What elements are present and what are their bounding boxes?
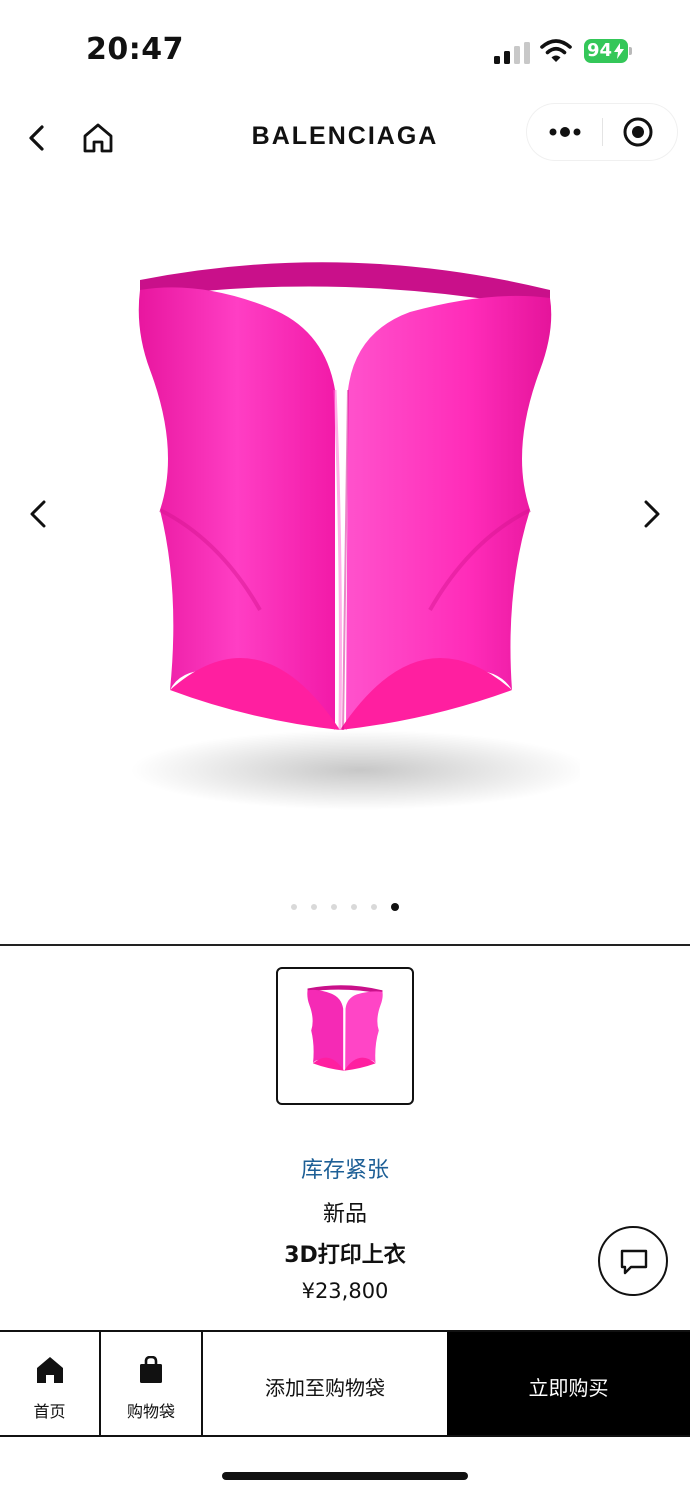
target-icon[interactable] xyxy=(622,116,654,148)
capsule-divider xyxy=(602,118,603,146)
battery-icon: 94 xyxy=(584,39,632,63)
pagination-dot[interactable] xyxy=(291,904,297,910)
wifi-icon xyxy=(540,39,572,62)
pagination-dot[interactable] xyxy=(331,904,337,910)
pagination-dot[interactable] xyxy=(371,904,377,910)
tab-home[interactable]: 首页 xyxy=(0,1332,101,1435)
new-tag: 新品 xyxy=(322,1202,367,1227)
gallery-pagination xyxy=(0,900,690,912)
product-name: 3D打印上衣 xyxy=(284,1243,406,1268)
section-divider xyxy=(0,944,690,946)
battery-tip xyxy=(629,47,632,55)
buy-now-button[interactable]: 立即购买 xyxy=(447,1332,690,1435)
product-thumbnail[interactable] xyxy=(276,967,414,1105)
thumbnail-image xyxy=(307,985,383,1071)
product-price: ¥23,800 xyxy=(301,1279,389,1303)
shopping-bag-icon xyxy=(140,1356,162,1383)
tab-home-label: 首页 xyxy=(33,1402,66,1421)
customer-service-button[interactable] xyxy=(598,1226,668,1296)
home-indicator[interactable] xyxy=(222,1472,468,1480)
signal-icon xyxy=(494,42,530,64)
charging-bolt-icon xyxy=(614,43,624,59)
add-to-bag-label: 添加至购物袋 xyxy=(265,1376,385,1400)
chevron-right-icon[interactable] xyxy=(638,498,666,530)
pagination-dot-active[interactable] xyxy=(391,903,399,911)
mini-program-capsule xyxy=(527,104,677,160)
nav-header: BALENCIAGA xyxy=(0,100,690,180)
pagination-dot[interactable] xyxy=(351,904,357,910)
battery-level: 94 xyxy=(584,39,628,63)
bottom-action-bar: 首页 购物袋 添加至购物袋 立即购买 xyxy=(0,1330,690,1437)
status-time: 20:47 xyxy=(86,32,184,67)
add-to-bag-button[interactable]: 添加至购物袋 xyxy=(203,1332,447,1435)
home-filled-icon xyxy=(36,1357,63,1383)
pink-3d-printed-top-image xyxy=(130,262,580,810)
stock-status: 库存紧张 xyxy=(300,1158,389,1183)
chat-icon xyxy=(620,1249,648,1275)
tab-bag-label: 购物袋 xyxy=(126,1402,175,1421)
status-bar: 20:47 94 xyxy=(0,0,690,100)
pagination-dot[interactable] xyxy=(311,904,317,910)
more-icon[interactable] xyxy=(545,118,585,146)
chevron-left-icon[interactable] xyxy=(24,498,52,530)
tab-bag[interactable]: 购物袋 xyxy=(101,1332,203,1435)
battery-percent: 94 xyxy=(587,40,613,61)
buy-now-label: 立即购买 xyxy=(528,1376,609,1400)
product-gallery[interactable] xyxy=(0,190,690,930)
